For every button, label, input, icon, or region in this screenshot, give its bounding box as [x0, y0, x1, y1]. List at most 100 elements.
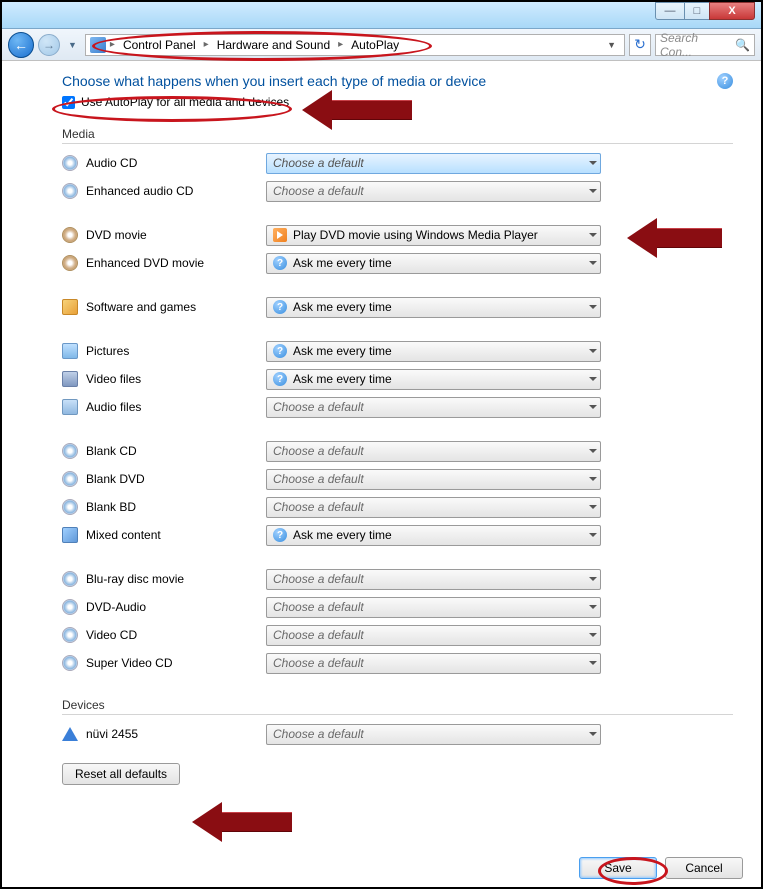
action-dropdown[interactable]: Choose a default: [266, 724, 601, 745]
autoplay-all-label: Use AutoPlay for all media and devices: [81, 95, 289, 109]
action-dropdown[interactable]: ? Ask me every time: [266, 341, 601, 362]
history-dropdown-icon[interactable]: ▼: [64, 40, 81, 50]
section-header-devices: Devices: [62, 698, 733, 715]
item-icon: [62, 343, 78, 359]
nav-bar: ← → ▼ ▸ Control Panel ▸ Hardware and Sou…: [2, 29, 761, 61]
item-icon: [62, 727, 78, 741]
dropdown-value: Ask me every time: [293, 344, 392, 358]
chevron-down-icon: [589, 533, 597, 537]
autoplay-all-checkbox-row[interactable]: Use AutoPlay for all media and devices: [62, 95, 733, 109]
cancel-button[interactable]: Cancel: [665, 857, 743, 879]
action-dropdown[interactable]: Choose a default: [266, 441, 601, 462]
item-icon: [62, 371, 78, 387]
dropdown-value: Choose a default: [273, 444, 364, 458]
action-dropdown[interactable]: Choose a default: [266, 153, 601, 174]
save-button[interactable]: Save: [579, 857, 657, 879]
dropdown-value: Choose a default: [273, 156, 364, 170]
media-item-row: Mixed content?Ask me every time: [62, 522, 733, 548]
question-icon: ?: [273, 300, 287, 314]
breadcrumb-dropdown-icon[interactable]: ▼: [603, 40, 620, 50]
reset-defaults-button[interactable]: Reset all defaults: [62, 763, 180, 785]
chevron-down-icon: [589, 377, 597, 381]
dropdown-value: Choose a default: [273, 600, 364, 614]
media-item-row: Blank DVDChoose a default: [62, 466, 733, 492]
chevron-down-icon: [589, 661, 597, 665]
action-dropdown[interactable]: Choose a default: [266, 497, 601, 518]
item-icon: [62, 599, 78, 615]
action-dropdown[interactable]: Choose a default: [266, 181, 601, 202]
dropdown-value: Choose a default: [273, 572, 364, 586]
media-item-row: Enhanced audio CDChoose a default: [62, 178, 733, 204]
chevron-down-icon: [589, 633, 597, 637]
action-dropdown[interactable]: Choose a default: [266, 625, 601, 646]
dropdown-value: Choose a default: [273, 727, 364, 741]
dropdown-value: Play DVD movie using Windows Media Playe…: [293, 228, 538, 242]
page-title: Choose what happens when you insert each…: [62, 73, 733, 89]
autoplay-all-checkbox[interactable]: [62, 96, 75, 109]
item-icon: [62, 571, 78, 587]
chevron-right-icon[interactable]: ▸: [108, 39, 117, 50]
item-label: Audio CD: [86, 156, 266, 170]
action-dropdown[interactable]: Choose a default: [266, 469, 601, 490]
dropdown-value: Choose a default: [273, 500, 364, 514]
chevron-right-icon[interactable]: ▸: [336, 39, 345, 50]
minimize-button[interactable]: —: [655, 2, 685, 20]
close-button[interactable]: X: [709, 2, 755, 20]
play-icon: [273, 228, 287, 242]
dropdown-value: Ask me every time: [293, 372, 392, 386]
location-icon: [90, 37, 106, 53]
device-item-list: nüvi 2455Choose a default: [62, 721, 733, 747]
action-dropdown[interactable]: Choose a default: [266, 569, 601, 590]
breadcrumb[interactable]: ▸ Control Panel ▸ Hardware and Sound ▸ A…: [85, 34, 625, 56]
item-label: Super Video CD: [86, 656, 266, 670]
media-item-row: Audio CD Choose a default: [62, 150, 733, 176]
action-dropdown[interactable]: ?Ask me every time: [266, 525, 601, 546]
action-dropdown[interactable]: Choose a default: [266, 653, 601, 674]
refresh-button[interactable]: ↻: [629, 34, 651, 56]
media-item-row: Super Video CDChoose a default: [62, 650, 733, 676]
media-item-row: Enhanced DVD movie?Ask me every time: [62, 250, 733, 276]
breadcrumb-item[interactable]: AutoPlay: [345, 38, 405, 52]
chevron-down-icon: [589, 605, 597, 609]
help-icon[interactable]: ?: [717, 73, 733, 89]
chevron-down-icon: [589, 305, 597, 309]
forward-button[interactable]: →: [38, 34, 60, 56]
item-label: Software and games: [86, 300, 266, 314]
item-icon: [62, 399, 78, 415]
question-icon: ?: [273, 344, 287, 358]
chevron-down-icon: [589, 349, 597, 353]
chevron-down-icon: [589, 449, 597, 453]
media-item-list: Audio CDChoose a defaultEnhanced audio C…: [62, 150, 733, 676]
chevron-down-icon: [589, 505, 597, 509]
media-item-row: Blank CDChoose a default: [62, 438, 733, 464]
action-dropdown[interactable]: Play DVD movie using Windows Media Playe…: [266, 225, 601, 246]
media-item-row: Blank BDChoose a default: [62, 494, 733, 520]
media-item-row: Software and games?Ask me every time: [62, 294, 733, 320]
action-dropdown[interactable]: ?Ask me every time: [266, 253, 601, 274]
breadcrumb-item[interactable]: Hardware and Sound: [211, 38, 336, 52]
maximize-button[interactable]: □: [684, 2, 710, 20]
item-label: DVD movie: [86, 228, 266, 242]
item-icon: [62, 655, 78, 671]
search-input[interactable]: Search Con... 🔍: [655, 34, 755, 56]
chevron-down-icon: [589, 233, 597, 237]
chevron-down-icon: [589, 732, 597, 736]
back-button[interactable]: ←: [8, 32, 34, 58]
title-bar: — □ X: [2, 2, 761, 29]
breadcrumb-item[interactable]: Control Panel: [117, 38, 202, 52]
chevron-right-icon[interactable]: ▸: [202, 39, 211, 50]
item-icon: [62, 499, 78, 515]
item-label: Enhanced DVD movie: [86, 256, 266, 270]
action-dropdown[interactable]: ?Ask me every time: [266, 297, 601, 318]
item-label: Enhanced audio CD: [86, 184, 266, 198]
item-icon: [62, 299, 78, 315]
action-dropdown[interactable]: Choose a default: [266, 397, 601, 418]
search-icon: 🔍: [735, 38, 750, 52]
question-icon: ?: [273, 528, 287, 542]
item-label: Pictures: [86, 344, 266, 358]
item-icon: [62, 227, 78, 243]
action-dropdown[interactable]: ?Ask me every time: [266, 369, 601, 390]
dropdown-value: Ask me every time: [293, 256, 392, 270]
dropdown-value: Choose a default: [273, 400, 364, 414]
action-dropdown[interactable]: Choose a default: [266, 597, 601, 618]
